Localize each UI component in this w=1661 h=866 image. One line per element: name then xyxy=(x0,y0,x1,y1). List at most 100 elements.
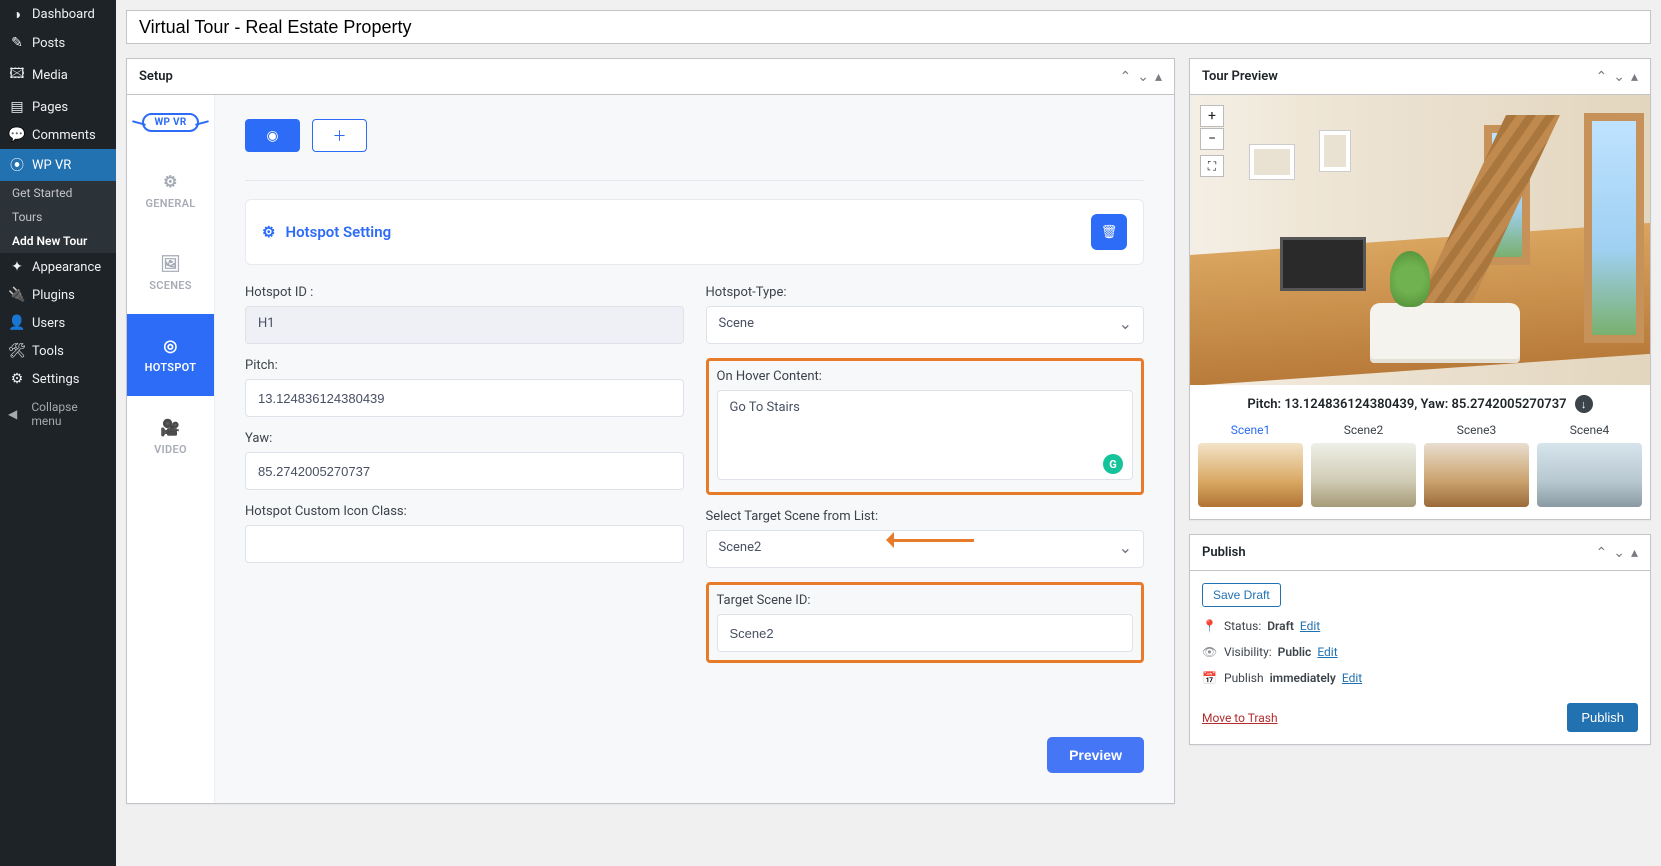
hotspot-current-button[interactable]: ◉ xyxy=(245,119,300,152)
scene-thumbnails: Scene1 Scene2 Scene3 Scene4 xyxy=(1190,423,1650,519)
menu-label: Posts xyxy=(32,36,65,51)
target-id-label: Target Scene ID: xyxy=(717,593,1134,608)
panel-down-icon[interactable]: ⌄ xyxy=(1613,545,1625,561)
pitch-label: Pitch: xyxy=(245,358,684,373)
gear-icon: ⚙ xyxy=(262,223,275,241)
menu-dashboard[interactable]: ◑Dashboard xyxy=(0,0,116,29)
setup-panel: Setup ⌃ ⌄ ▴ WP VR ⚙GENERAL 🖼 SCENES ◎HOTSPO… xyxy=(126,58,1175,804)
target-id-input[interactable] xyxy=(717,614,1134,652)
panel-down-icon[interactable]: ⌄ xyxy=(1613,69,1625,85)
menu-label: Tools xyxy=(32,344,64,359)
section-title: Hotspot Setting xyxy=(285,223,391,241)
calendar-icon: 📅 xyxy=(1202,671,1218,685)
coords-readout: Pitch: 13.124836124380439, Yaw: 85.27420… xyxy=(1190,385,1650,423)
pitch-input[interactable] xyxy=(245,379,684,417)
scene-thumb-4[interactable]: Scene4 xyxy=(1537,423,1642,507)
scene-thumb-1[interactable]: Scene1 xyxy=(1198,423,1303,507)
edit-schedule-link[interactable]: Edit xyxy=(1342,671,1362,685)
setup-header: Setup ⌃ ⌄ ▴ xyxy=(127,59,1174,95)
dot-icon: ◉ xyxy=(266,128,278,144)
menu-label: Pages xyxy=(32,100,68,115)
publish-panel: Publish ⌃ ⌄ ▴ Save Draft 📍 Status: Draft E… xyxy=(1189,534,1651,745)
submenu-add-new-tour[interactable]: Add New Tour xyxy=(0,229,116,253)
post-title-input[interactable] xyxy=(126,10,1651,44)
users-icon: 👤 xyxy=(8,315,26,331)
panel-toggle-icon[interactable]: ▴ xyxy=(1155,69,1162,85)
hotspot-id-label: Hotspot ID : xyxy=(245,285,684,300)
menu-pages[interactable]: ▤Pages xyxy=(0,93,116,121)
fullscreen-button[interactable]: ⛶ xyxy=(1200,155,1224,177)
move-to-trash-link[interactable]: Move to Trash xyxy=(1202,711,1278,725)
menu-users[interactable]: 👤Users xyxy=(0,309,116,337)
visibility-label: Visibility: xyxy=(1224,645,1272,659)
scene-label: Scene2 xyxy=(1311,423,1416,437)
menu-media[interactable]: 🖾Media xyxy=(0,57,116,93)
panorama-viewer[interactable]: + − ⛶ xyxy=(1190,95,1650,385)
menu-wpvr[interactable]: ⦿WP VR xyxy=(0,149,116,181)
tab-video[interactable]: 🎥VIDEO xyxy=(127,396,214,478)
menu-settings[interactable]: ⚙Settings xyxy=(0,365,116,393)
hotspot-id-value: H1 xyxy=(245,306,684,344)
submenu-tours[interactable]: Tours xyxy=(0,205,116,229)
image-icon: 🖼 xyxy=(160,254,181,273)
target-scene-select[interactable]: Scene2 xyxy=(706,530,1145,568)
custom-icon-input[interactable] xyxy=(245,525,684,563)
menu-tools[interactable]: 🛠 Tools xyxy=(0,337,116,365)
panel-up-icon[interactable]: ⌃ xyxy=(1120,69,1132,85)
panel-up-icon[interactable]: ⌃ xyxy=(1596,545,1608,561)
edit-status-link[interactable]: Edit xyxy=(1300,619,1320,633)
status-row: 📍 Status: Draft Edit xyxy=(1202,619,1638,633)
panel-toggle-icon[interactable]: ▴ xyxy=(1631,545,1638,561)
settings-icon: ⚙ xyxy=(8,371,26,387)
plugins-icon: 🔌 xyxy=(8,287,26,303)
delete-hotspot-button[interactable]: 🗑 xyxy=(1091,214,1127,250)
scene-label: Scene4 xyxy=(1537,423,1642,437)
collapse-menu[interactable]: ◀Collapse menu xyxy=(0,393,116,435)
pano-controls: + − ⛶ xyxy=(1200,105,1224,177)
copy-coords-button[interactable]: ↓ xyxy=(1575,395,1593,413)
scene-label: Scene3 xyxy=(1424,423,1529,437)
grammarly-icon[interactable]: G xyxy=(1103,454,1123,474)
tab-logo[interactable]: WP VR xyxy=(127,95,214,150)
plus-icon: ＋ xyxy=(333,126,347,146)
tab-scenes[interactable]: 🖼 SCENES xyxy=(127,232,214,314)
wpvr-icon: ⦿ xyxy=(8,155,26,175)
tab-hotspot[interactable]: ◎HOTSPOT xyxy=(127,314,214,396)
submenu-get-started[interactable]: Get Started xyxy=(0,181,116,205)
publish-title: Publish xyxy=(1202,545,1246,560)
target-icon: ◎ xyxy=(163,336,177,355)
menu-label: Appearance xyxy=(32,260,101,275)
status-label: Status: xyxy=(1224,619,1261,633)
menu-plugins[interactable]: 🔌Plugins xyxy=(0,281,116,309)
menu-comments[interactable]: 💬Comments xyxy=(0,121,116,149)
panel-toggle-icon[interactable]: ▴ xyxy=(1631,69,1638,85)
menu-label: Dashboard xyxy=(32,7,95,22)
scene-thumb-2[interactable]: Scene2 xyxy=(1311,423,1416,507)
trash-icon: 🗑 xyxy=(1101,225,1118,240)
hover-content-input[interactable] xyxy=(717,390,1134,480)
hotspot-type-select[interactable]: Scene xyxy=(706,306,1145,344)
panel-up-icon[interactable]: ⌃ xyxy=(1596,69,1608,85)
yaw-input[interactable] xyxy=(245,452,684,490)
setup-title: Setup xyxy=(139,69,173,84)
menu-appearance[interactable]: ✦Appearance xyxy=(0,253,116,281)
gear-icon: ⚙ xyxy=(163,172,178,191)
tab-general[interactable]: ⚙GENERAL xyxy=(127,150,214,232)
scene-label: Scene1 xyxy=(1198,423,1303,437)
scene-thumb-3[interactable]: Scene3 xyxy=(1424,423,1529,507)
tools-icon: 🛠 xyxy=(8,343,26,359)
tab-label: SCENES xyxy=(149,279,192,292)
eye-icon: 👁 xyxy=(1202,645,1218,659)
preview-button[interactable]: Preview xyxy=(1047,737,1144,773)
save-draft-button[interactable]: Save Draft xyxy=(1202,583,1281,607)
menu-posts[interactable]: ✎Posts xyxy=(0,29,116,57)
publish-button[interactable]: Publish xyxy=(1567,703,1638,732)
hotspot-add-button[interactable]: ＋ xyxy=(312,119,367,152)
edit-visibility-link[interactable]: Edit xyxy=(1317,645,1337,659)
zoom-out-button[interactable]: − xyxy=(1200,128,1224,150)
schedule-value: immediately xyxy=(1270,671,1336,685)
panel-down-icon[interactable]: ⌄ xyxy=(1137,69,1149,85)
zoom-in-button[interactable]: + xyxy=(1200,105,1224,127)
video-icon: 🎥 xyxy=(160,418,180,437)
tour-preview-panel: Tour Preview ⌃⌄▴ + − ⛶ xyxy=(1189,58,1651,520)
